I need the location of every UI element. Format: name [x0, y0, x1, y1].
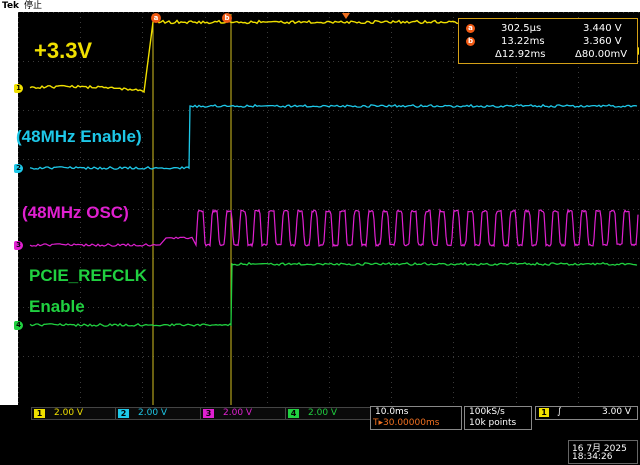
ch4-scale-box[interactable]: 4 2.00 V	[285, 407, 371, 420]
ch4-scale: 2.00 V	[308, 408, 338, 418]
trigger-position-marker[interactable]	[342, 13, 350, 19]
cursor-b-volt: 3.360 V	[583, 36, 622, 47]
trigger-slope-icon: ∫	[557, 407, 562, 417]
cursor-readout: a 302.5µs 3.440 V b 13.22ms 3.360 V Δ12.…	[458, 18, 638, 64]
cursor-b-badge: b	[466, 37, 475, 46]
cursor-b-marker[interactable]: b	[222, 13, 232, 23]
ch2-scale: 2.00 V	[138, 408, 168, 418]
label-48mhz-enable: (48MHz Enable)	[16, 127, 142, 146]
ch1-ground-marker[interactable]: 1	[14, 84, 23, 93]
label-pcie-refclk: PCIE_REFCLK	[29, 266, 148, 285]
label-48mhz-osc: (48MHz OSC)	[22, 203, 129, 222]
ch4-ground-marker[interactable]: 4	[14, 321, 23, 330]
cursor-a-marker[interactable]: a	[151, 13, 161, 23]
sampling-box[interactable]: 100kS/s 10k points	[464, 406, 532, 430]
cursor-b-time: 13.22ms	[501, 36, 545, 47]
cursor-a-badge: a	[466, 24, 475, 33]
timebase-scale: 10.0ms	[375, 407, 409, 417]
label-pcie-enable: Enable	[29, 297, 85, 316]
cursor-a-time: 302.5µs	[501, 23, 542, 34]
time-display: 18:34:26	[572, 452, 613, 462]
ch2-badge: 2	[118, 409, 129, 418]
cursor-delta-volt: Δ80.00mV	[575, 49, 628, 60]
ch3-scale: 2.00 V	[223, 408, 253, 418]
ch3-scale-box[interactable]: 3 2.00 V	[200, 407, 286, 420]
label-3v3: +3.3V	[34, 38, 93, 63]
trigger-box[interactable]: 1 ∫ 3.00 V	[535, 406, 638, 420]
ch4-badge: 4	[288, 409, 299, 418]
ch1-scale: 2.00 V	[54, 408, 84, 418]
sample-rate: 100kS/s	[469, 407, 505, 417]
clock-box: 16 7月 2025 18:34:26	[568, 440, 638, 464]
timebase-box[interactable]: 10.0ms T▸30.00000ms	[370, 406, 462, 430]
trigger-position: T▸30.00000ms	[373, 418, 440, 428]
ch3-ground-marker[interactable]: 3	[14, 241, 23, 250]
ch2-scale-box[interactable]: 2 2.00 V	[115, 407, 201, 420]
ch1-scale-box[interactable]: 1 2.00 V	[31, 407, 117, 420]
ch1-badge: 1	[34, 409, 45, 418]
cursor-delta-time: Δ12.92ms	[495, 49, 546, 60]
cursor-a-volt: 3.440 V	[583, 23, 622, 34]
record-length: 10k points	[469, 418, 517, 428]
ch3-badge: 3	[203, 409, 214, 418]
ch2-ground-marker[interactable]: 2	[14, 164, 23, 173]
oscilloscope-display: Tek 停止 1 2 3 4 a b +3.3V (48MHz Enable) …	[0, 0, 640, 465]
trigger-level: 3.00 V	[602, 407, 632, 417]
trigger-channel-badge: 1	[539, 408, 549, 417]
